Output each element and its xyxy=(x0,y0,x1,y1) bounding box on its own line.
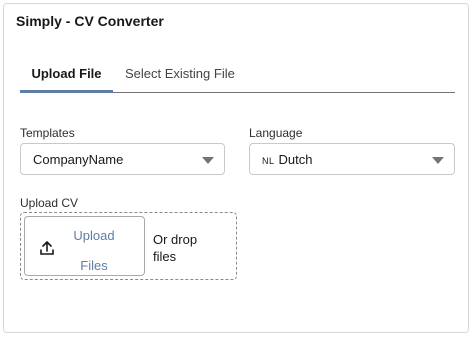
upload-icon xyxy=(40,241,54,255)
language-flag-code: NL xyxy=(262,156,275,166)
templates-label: Templates xyxy=(20,126,75,140)
chevron-down-icon xyxy=(432,157,444,164)
upload-cv-label: Upload CV xyxy=(20,196,79,210)
tab-upload-file[interactable]: Upload File xyxy=(20,66,113,93)
tab-select-existing-file[interactable]: Select Existing File xyxy=(125,66,235,92)
templates-value: CompanyName xyxy=(33,152,124,167)
file-dropzone[interactable]: Upload Files Or drop files xyxy=(20,212,237,280)
language-value: Dutch xyxy=(278,152,313,167)
tab-bar: Upload File Select Existing File xyxy=(20,60,455,93)
drop-hint-line1: Or drop xyxy=(153,232,198,247)
upload-button-label-line1: Upload xyxy=(73,228,115,243)
card-title: Simply - CV Converter xyxy=(16,13,164,29)
drop-hint-line2: files xyxy=(153,249,177,264)
language-select[interactable]: NL Dutch xyxy=(249,143,455,175)
upload-files-button[interactable]: Upload Files xyxy=(24,216,145,276)
chevron-down-icon xyxy=(202,157,214,164)
language-display: NL Dutch xyxy=(262,152,312,167)
templates-select[interactable]: CompanyName xyxy=(20,143,225,175)
cv-converter-card: Simply - CV Converter Upload File Select… xyxy=(3,3,469,333)
upload-button-label-line2: Files xyxy=(80,258,108,273)
language-label: Language xyxy=(249,126,303,140)
